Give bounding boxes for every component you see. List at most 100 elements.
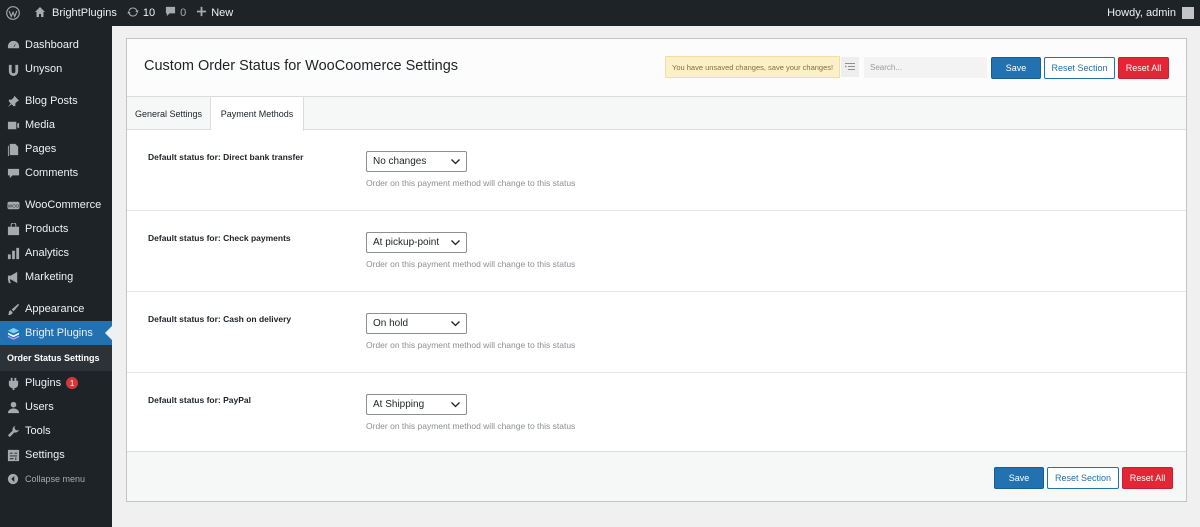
sidebar-item-analytics[interactable]: Analytics	[0, 241, 112, 265]
media-icon	[6, 118, 20, 132]
unyson-icon	[6, 62, 20, 76]
settings-tabs: General Settings Payment Methods	[127, 97, 1186, 131]
new-content-link[interactable]: New	[191, 0, 238, 26]
status-select-cash-on-delivery[interactable]: On hold	[366, 313, 467, 334]
sidebar-item-products[interactable]: Products	[0, 217, 112, 241]
sidebar-item-label: Plugins	[25, 377, 62, 389]
reset-all-button-bottom[interactable]: Reset All	[1122, 467, 1173, 489]
expand-options-button[interactable]	[841, 57, 859, 77]
howdy-label: Howdy, admin	[1107, 7, 1176, 19]
analytics-icon	[6, 246, 20, 260]
bright-plugins-icon	[6, 326, 20, 340]
home-icon	[34, 6, 46, 21]
sidebar-item-woocommerce[interactable]: WOO WooCommerce	[0, 193, 112, 217]
setting-description: Order on this payment method will change…	[366, 259, 576, 269]
sidebar-item-appearance[interactable]: Appearance	[0, 297, 112, 321]
sidebar-item-blog-posts[interactable]: Blog Posts	[0, 89, 112, 113]
select-value: No changes	[373, 156, 427, 167]
sidebar-item-pages[interactable]: Pages	[0, 137, 112, 161]
collapse-menu-button[interactable]: Collapse menu	[0, 467, 112, 491]
sidebar-item-plugins[interactable]: Plugins 1	[0, 371, 112, 395]
dashboard-icon	[6, 38, 20, 52]
setting-label: Default status for: PayPal	[148, 395, 251, 405]
tools-icon	[6, 424, 20, 438]
save-button-bottom[interactable]: Save	[994, 467, 1044, 489]
panel-header: Custom Order Status for WooCoomerce Sett…	[127, 39, 1186, 97]
comments-icon	[6, 166, 20, 180]
sidebar-item-marketing[interactable]: Marketing	[0, 265, 112, 289]
sidebar-item-media[interactable]: Media	[0, 113, 112, 137]
pages-icon	[6, 142, 20, 156]
sidebar-item-label: Settings	[25, 449, 65, 461]
comment-bubble-icon	[165, 6, 176, 20]
sidebar-item-label: Appearance	[25, 303, 85, 315]
sidebar-item-label: Blog Posts	[25, 95, 78, 107]
sidebar-item-label: Bright Plugins	[25, 327, 93, 339]
setting-label: Default status for: Cash on delivery	[148, 314, 292, 324]
setting-description: Order on this payment method will change…	[366, 340, 576, 350]
sidebar-item-settings[interactable]: Settings	[0, 443, 112, 467]
sidebar-item-label: Marketing	[25, 271, 74, 283]
chevron-down-icon	[451, 402, 460, 408]
save-button-top[interactable]: Save	[991, 57, 1041, 79]
admin-bar: BrightPlugins 10 0 New Howdy, admin	[0, 0, 1200, 26]
collapse-menu-label: Collapse menu	[25, 474, 86, 484]
sidebar-item-label: Comments	[25, 167, 79, 179]
sidebar-item-unyson[interactable]: Unyson	[0, 57, 112, 81]
comments-link[interactable]: 0	[160, 0, 191, 26]
users-icon	[6, 400, 20, 414]
setting-description: Order on this payment method will change…	[366, 178, 576, 188]
sidebar-item-label: Dashboard	[25, 39, 79, 51]
marketing-icon	[6, 270, 20, 284]
sidebar-item-label: Tools	[25, 425, 51, 437]
pin-icon	[6, 94, 20, 108]
reset-section-button-top[interactable]: Reset Section	[1044, 57, 1115, 79]
comments-count: 0	[180, 7, 187, 19]
collapse-arrow-icon	[6, 472, 20, 486]
admin-sidebar: Dashboard Unyson Blog Posts Media Pages …	[0, 26, 112, 527]
select-value: At Shipping	[373, 399, 425, 410]
settings-icon	[6, 448, 20, 462]
sidebar-item-users[interactable]: Users	[0, 395, 112, 419]
panel-footer: Save Reset Section Reset All	[127, 451, 1186, 501]
setting-row-cash-on-delivery: Default status for: Cash on delivery On …	[127, 292, 1186, 373]
site-name-link[interactable]: BrightPlugins	[30, 0, 122, 26]
my-account-link[interactable]: Howdy, admin	[1102, 0, 1200, 26]
submenu-item-order-status-settings[interactable]: Order Status Settings	[0, 345, 112, 371]
status-select-check-payments[interactable]: At pickup-point	[366, 232, 467, 253]
setting-row-check-payments: Default status for: Check payments At pi…	[127, 211, 1186, 292]
status-select-paypal[interactable]: At Shipping	[366, 394, 467, 415]
chevron-down-icon	[451, 159, 460, 165]
setting-row-direct-bank-transfer: Default status for: Direct bank transfer…	[127, 130, 1186, 211]
new-label: New	[211, 7, 234, 19]
sidebar-item-label: Pages	[25, 143, 57, 155]
sidebar-item-label: Products	[25, 223, 69, 235]
reset-all-button-top[interactable]: Reset All	[1118, 57, 1169, 79]
sidebar-item-comments[interactable]: Comments	[0, 161, 112, 185]
updates-link[interactable]: 10	[122, 0, 160, 26]
reset-section-button-bottom[interactable]: Reset Section	[1047, 467, 1119, 489]
list-expand-icon	[845, 60, 855, 75]
appearance-icon	[6, 302, 20, 316]
tab-payment-methods[interactable]: Payment Methods	[211, 97, 304, 131]
sidebar-item-label: Users	[25, 401, 54, 413]
select-value: At pickup-point	[373, 237, 440, 248]
setting-label: Default status for: Check payments	[148, 233, 291, 243]
woocommerce-icon: WOO	[6, 198, 20, 212]
tab-general-settings[interactable]: General Settings	[127, 97, 211, 130]
select-value: On hold	[373, 318, 409, 329]
sidebar-item-dashboard[interactable]: Dashboard	[0, 33, 112, 57]
setting-label: Default status for: Direct bank transfer	[148, 152, 304, 162]
wordpress-logo-icon[interactable]	[0, 0, 26, 26]
chevron-down-icon	[451, 240, 460, 246]
setting-row-paypal: Default status for: PayPal At Shipping O…	[127, 373, 1186, 454]
plugins-update-badge: 1	[66, 377, 79, 389]
sidebar-item-tools[interactable]: Tools	[0, 419, 112, 443]
setting-description: Order on this payment method will change…	[366, 421, 576, 431]
status-select-direct-bank-transfer[interactable]: No changes	[366, 151, 467, 172]
svg-text:WOO: WOO	[7, 203, 19, 208]
settings-panel: Custom Order Status for WooCoomerce Sett…	[126, 38, 1187, 502]
search-input[interactable]	[864, 57, 987, 78]
sidebar-item-bright-plugins[interactable]: Bright Plugins	[0, 321, 112, 345]
sidebar-item-label: Analytics	[25, 247, 70, 259]
